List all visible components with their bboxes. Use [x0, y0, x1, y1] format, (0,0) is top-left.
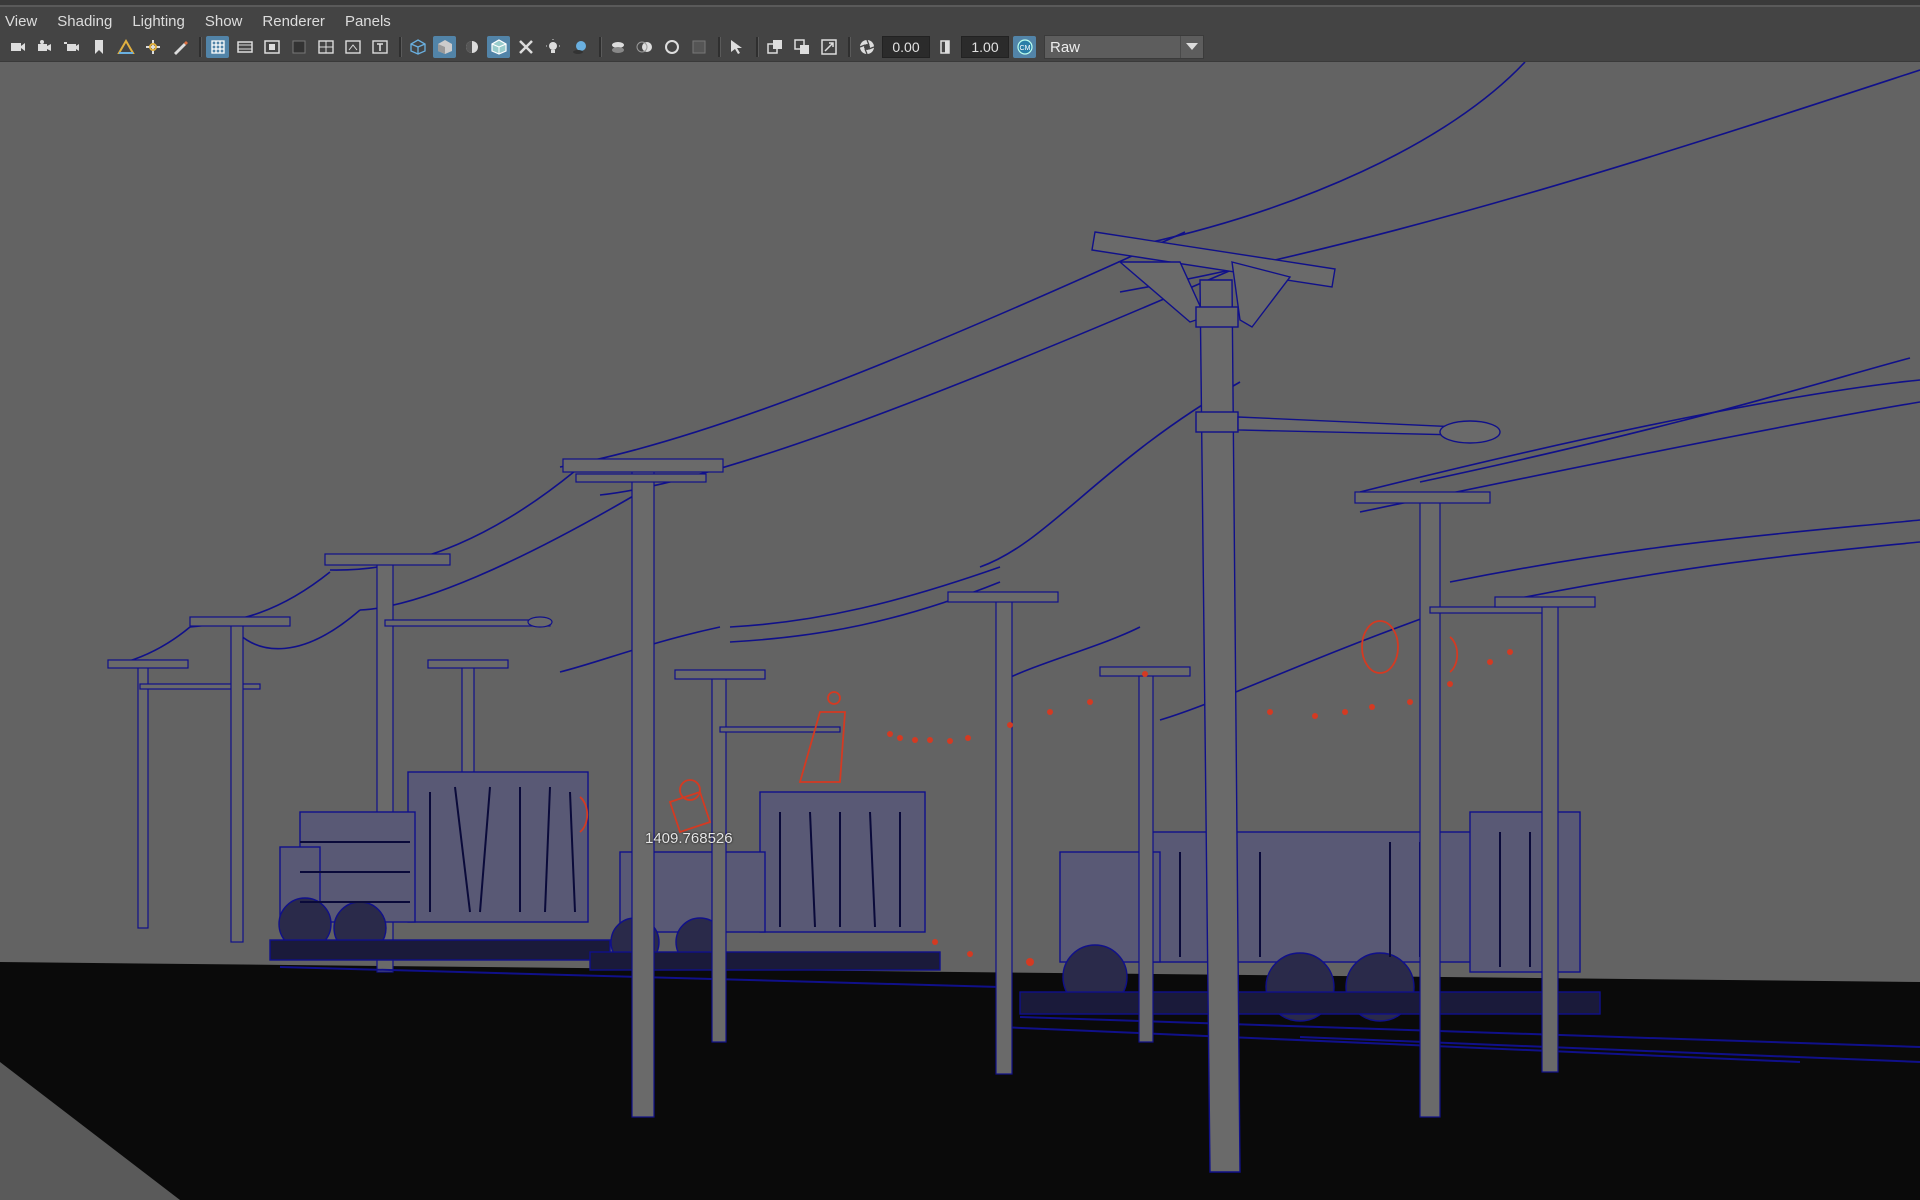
- exposure-field[interactable]: 0.00: [882, 36, 930, 58]
- menu-renderer[interactable]: Renderer: [257, 13, 333, 30]
- toolbar-separator: [399, 37, 402, 57]
- motion-blur-icon[interactable]: [633, 36, 656, 58]
- safe-title-icon[interactable]: [368, 36, 391, 58]
- toolbar-separator: [599, 37, 602, 57]
- camera-attributes-icon[interactable]: [33, 36, 56, 58]
- gamma-field[interactable]: 1.00: [961, 36, 1009, 58]
- screen-space-ao-icon[interactable]: [606, 36, 629, 58]
- isolate-select-icon[interactable]: [725, 36, 748, 58]
- menu-panels[interactable]: Panels: [340, 13, 399, 30]
- window-frame-top: [0, 0, 1920, 7]
- view-transform-value: Raw: [1050, 38, 1081, 56]
- grid-icon[interactable]: [206, 36, 229, 58]
- menu-view[interactable]: View: [0, 13, 45, 30]
- chevron-down-icon[interactable]: [1180, 36, 1203, 58]
- xray-active-components-icon[interactable]: [790, 36, 813, 58]
- gate-mask-icon[interactable]: [287, 36, 310, 58]
- film-gate-icon[interactable]: [233, 36, 256, 58]
- ground-plane: [0, 962, 1920, 1200]
- scene-wireframe: [0, 62, 1920, 1200]
- utility-pole: [189, 616, 291, 943]
- color-management-icon[interactable]: CM: [1013, 36, 1036, 58]
- depth-of-field-icon[interactable]: [687, 36, 710, 58]
- toolbar-separator: [756, 37, 759, 57]
- xray-icon[interactable]: [514, 36, 537, 58]
- toolbar-separator: [718, 37, 721, 57]
- 2d-pan-zoom-icon[interactable]: [141, 36, 164, 58]
- 3d-viewport[interactable]: 1409.768526: [0, 62, 1920, 1200]
- camera-select-icon[interactable]: [6, 36, 29, 58]
- image-plane-icon[interactable]: [114, 36, 137, 58]
- bookmark-icon[interactable]: [87, 36, 110, 58]
- field-chart-icon[interactable]: [314, 36, 337, 58]
- grease-pencil-icon[interactable]: [168, 36, 191, 58]
- safe-action-icon[interactable]: [341, 36, 364, 58]
- wireframe-on-shaded-icon[interactable]: [487, 36, 510, 58]
- default-lighting-icon[interactable]: [541, 36, 564, 58]
- shadows-icon[interactable]: [568, 36, 591, 58]
- resolution-gate-icon[interactable]: [260, 36, 283, 58]
- wireframe-icon[interactable]: [406, 36, 429, 58]
- gamma-icon[interactable]: [934, 36, 957, 58]
- xray-joints-icon[interactable]: [763, 36, 786, 58]
- multisample-aa-icon[interactable]: [660, 36, 683, 58]
- menu-lighting[interactable]: Lighting: [127, 13, 193, 30]
- toggle-hud-icon[interactable]: [817, 36, 840, 58]
- panel-toolbar: 0.00 1.00 CM Raw: [0, 33, 1920, 62]
- exposure-icon[interactable]: [855, 36, 878, 58]
- use-default-material-icon[interactable]: [460, 36, 483, 58]
- menu-show[interactable]: Show: [200, 13, 251, 30]
- distance-readout: 1409.768526: [645, 830, 733, 847]
- toolbar-separator: [848, 37, 851, 57]
- menu-shading[interactable]: Shading: [52, 13, 120, 30]
- panel-menu-bar: View Shading Lighting Show Renderer Pane…: [0, 9, 1920, 33]
- camera-bookmark-icon[interactable]: [60, 36, 83, 58]
- toolbar-separator: [199, 37, 202, 57]
- smooth-shade-icon[interactable]: [433, 36, 456, 58]
- view-transform-dropdown[interactable]: Raw: [1044, 35, 1204, 59]
- svg-text:CM: CM: [1019, 45, 1030, 52]
- locomotive-left: [269, 771, 611, 961]
